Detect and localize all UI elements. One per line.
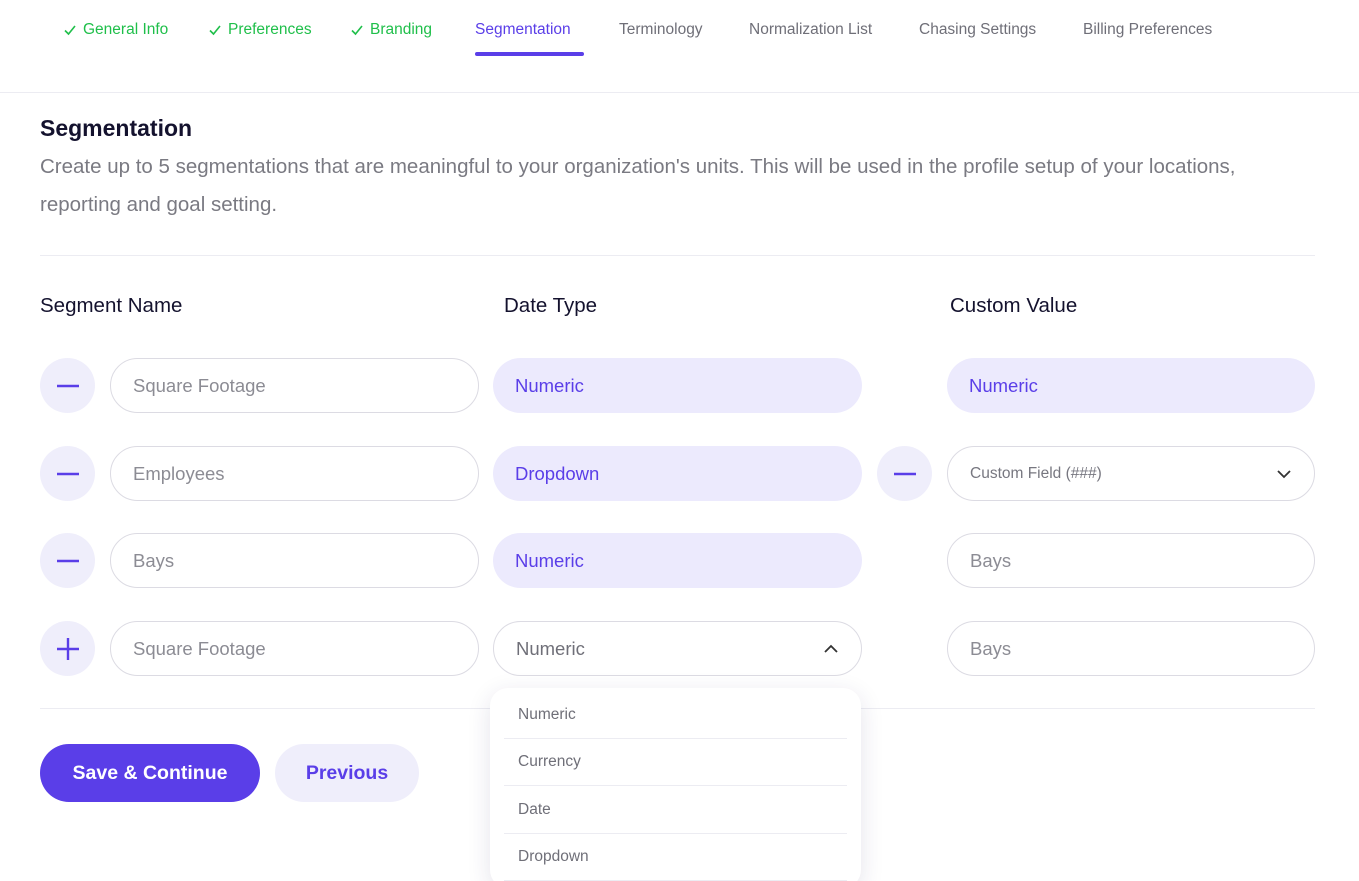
- minus-icon: [56, 384, 79, 387]
- dropdown-option-date[interactable]: Date: [504, 787, 847, 834]
- data-type-select[interactable]: Numeric: [493, 358, 862, 413]
- tab-normalization-list[interactable]: Normalization List: [749, 18, 872, 56]
- segment-name-input[interactable]: Square Footage: [110, 621, 479, 676]
- add-row-button[interactable]: [40, 621, 95, 676]
- column-header-data-type: Date Type: [504, 294, 598, 317]
- tab-billing-preferences[interactable]: Billing Preferences: [1083, 18, 1212, 56]
- plus-icon: [56, 637, 79, 660]
- segment-name-input[interactable]: Square Footage: [110, 358, 479, 413]
- check-icon: [351, 21, 365, 41]
- tab-chasing-settings[interactable]: Chasing Settings: [919, 18, 1036, 56]
- dropdown-option-dropdown[interactable]: Dropdown: [504, 834, 847, 881]
- chevron-down-icon: [1277, 469, 1291, 478]
- remove-row-button[interactable]: [40, 358, 95, 413]
- tab-terminology[interactable]: Terminology: [619, 18, 703, 56]
- dropdown-option-numeric[interactable]: Numeric: [504, 692, 847, 739]
- check-icon: [64, 21, 78, 41]
- tab-label: Billing Preferences: [1083, 21, 1213, 38]
- tab-label: Segmentation: [475, 21, 571, 38]
- save-continue-button[interactable]: Save & Continue: [40, 744, 260, 802]
- tab-general-info[interactable]: General Info: [64, 18, 168, 56]
- remove-row-button[interactable]: [40, 446, 95, 501]
- minus-icon: [56, 472, 79, 475]
- data-type-dropdown-menu: Numeric Currency Date Dropdown: [490, 688, 861, 881]
- tab-preferences[interactable]: Preferences: [209, 18, 312, 56]
- data-type-select-open[interactable]: Numeric: [493, 621, 862, 676]
- check-icon: [209, 21, 223, 41]
- column-header-segment-name: Segment Name: [40, 294, 183, 317]
- dropdown-option-currency[interactable]: Currency: [504, 739, 847, 786]
- page-title: Segmentation: [40, 115, 193, 141]
- minus-icon: [893, 472, 916, 475]
- segment-name-input[interactable]: Employees: [110, 446, 479, 501]
- tab-label: Chasing Settings: [919, 21, 1037, 38]
- custom-value-input[interactable]: Bays: [947, 621, 1315, 676]
- custom-field-select[interactable]: Custom Field (###): [947, 446, 1315, 501]
- remove-custom-value-button[interactable]: [877, 446, 932, 501]
- tab-label: General Info: [83, 21, 169, 38]
- custom-field-value: Custom Field (###): [970, 464, 1102, 482]
- tab-label: Branding: [370, 21, 433, 38]
- custom-value-input[interactable]: Bays: [947, 533, 1315, 588]
- previous-button[interactable]: Previous: [275, 744, 419, 802]
- data-type-select[interactable]: Numeric: [493, 533, 862, 588]
- segment-name-input[interactable]: Bays: [110, 533, 479, 588]
- minus-icon: [56, 559, 79, 562]
- tab-label: Normalization List: [749, 21, 873, 38]
- column-header-custom-value: Custom Value: [950, 294, 1078, 317]
- tab-label: Terminology: [619, 21, 703, 38]
- remove-row-button[interactable]: [40, 533, 95, 588]
- custom-value-field[interactable]: Numeric: [947, 358, 1315, 413]
- section-description: Create up to 5 segmentations that are me…: [40, 155, 1236, 216]
- step-tabs: General Info Preferences Branding Segmen…: [0, 0, 1359, 93]
- divider: [40, 255, 1315, 256]
- tab-branding[interactable]: Branding: [351, 18, 432, 56]
- tab-segmentation[interactable]: Segmentation: [475, 18, 584, 56]
- tab-label: Preferences: [228, 21, 312, 38]
- data-type-value: Numeric: [516, 637, 585, 659]
- chevron-up-icon: [824, 644, 838, 653]
- data-type-select[interactable]: Dropdown: [493, 446, 862, 501]
